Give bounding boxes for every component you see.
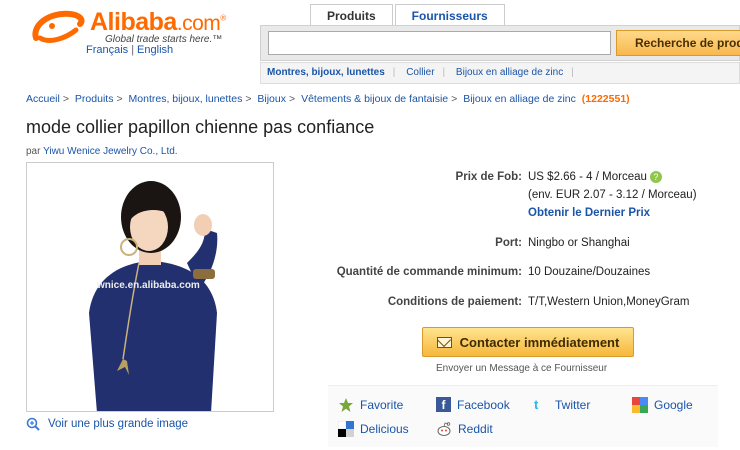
product-title: mode collier papillon chienne pas confia… [26,117,375,137]
google-link[interactable]: Google [632,397,693,413]
payment-terms-label: Conditions de paiement: [387,296,522,308]
get-latest-price-link[interactable]: Obtenir le Dernier Prix [528,207,650,219]
share-box: Favorite f Facebook t Twitter Google Del… [328,385,718,447]
payment-terms-value: T/T,Western Union,MoneyGram [528,296,690,308]
category-link-montres[interactable]: Montres, bijoux, lunettes [267,67,385,78]
breadcrumb-item[interactable]: Produits [75,93,114,105]
breadcrumb: Accueil > Produits > Montres, bijoux, lune… [26,93,630,105]
lang-english-link[interactable]: English [137,44,173,56]
alibaba-logo[interactable]: Alibaba.com® Global trade starts here.™ [30,6,270,66]
breadcrumb-item[interactable]: Bijoux en alliage de zinc [463,93,576,105]
category-link-zinc[interactable]: Bijoux en alliage de zinc [456,67,563,78]
facebook-link[interactable]: f Facebook [436,397,510,412]
contact-now-button[interactable]: Contacter immédiatement [422,327,634,357]
search-button[interactable]: Recherche de prod [616,30,740,56]
fob-price-eur: (env. EUR 2.07 - 3.12 / Morceau) [528,189,697,201]
fob-price-label: Prix de Fob: [455,171,522,183]
reddit-link[interactable]: Reddit [436,421,493,437]
logo-wordmark: Alibaba.com® [90,8,226,36]
breadcrumb-count: (1222551) [581,93,630,105]
port-label: Port: [495,237,522,249]
product-image[interactable]: wnice.en.alibaba.com [26,162,274,412]
port-value: Ningbo or Shanghai [528,237,630,249]
contact-now-label: Contacter immédiatement [459,334,620,350]
fob-price-value: US $2.66 - 4 / Morceau? [528,171,662,183]
zoom-icon [26,417,40,431]
favorite-link[interactable]: Favorite [338,397,403,413]
search-input[interactable] [268,31,611,55]
category-link-collier[interactable]: Collier [406,67,434,78]
twitter-icon: t [534,397,539,412]
breadcrumb-item[interactable]: Vêtements & bijoux de fantaisie [301,93,448,105]
envelope-icon [436,336,452,348]
twitter-link[interactable]: t Twitter [534,397,590,412]
category-bar: Montres, bijoux, lunettes | Collier | Bijo… [260,62,740,84]
enlarge-image-link[interactable]: Voir une plus grande image [26,417,188,431]
breadcrumb-item[interactable]: Accueil [26,93,60,105]
reddit-icon [437,422,451,436]
breadcrumb-item[interactable]: Montres, bijoux, lunettes [129,93,243,105]
delicious-link[interactable]: Delicious [338,421,409,437]
alibaba-smile-logo-icon [32,10,85,43]
search-panel: Recherche de prod [260,25,740,61]
moq-label: Quantité de commande minimum: [336,266,522,278]
language-switcher: Français | English [86,44,174,56]
help-icon[interactable]: ? [649,171,662,183]
contact-subtext: Envoyer un Message à ce Fournisseur [436,363,608,374]
seller-link[interactable]: Yiwu Wenice Jewelry Co., Ltd. [43,146,178,157]
enlarge-image-label: Voir une plus grande image [48,418,189,430]
delicious-icon [338,421,354,437]
star-icon [339,398,353,412]
lang-francais-link[interactable]: Français [86,44,128,56]
seller-line: par Yiwu Wenice Jewelry Co., Ltd. [26,146,178,157]
search-area: Produits Fournisseurs Recherche de prod … [260,0,740,88]
breadcrumb-item[interactable]: Bijoux [257,93,286,105]
facebook-icon: f [436,397,451,412]
google-icon [632,397,648,413]
moq-value: 10 Douzaine/Douzaines [528,266,651,278]
image-watermark: wnice.en.alibaba.com [97,280,200,291]
